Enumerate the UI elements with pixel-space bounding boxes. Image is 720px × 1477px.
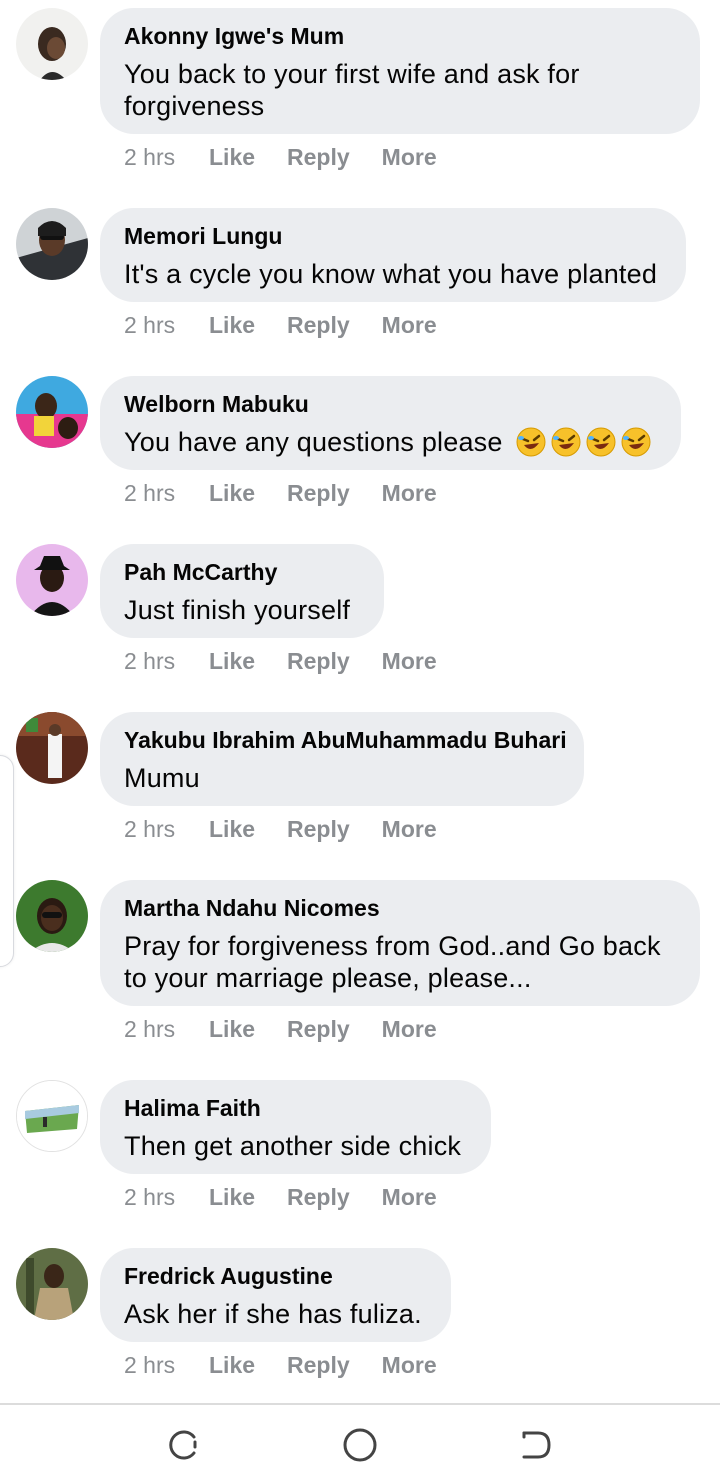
comments-page: Akonny Igwe's Mum You back to your first… bbox=[0, 0, 720, 1477]
comment-actions: 2 hrs Like Reply More bbox=[124, 310, 469, 340]
avatar[interactable] bbox=[16, 1248, 88, 1320]
home-icon bbox=[343, 1428, 377, 1462]
comment-bubble: Yakubu Ibrahim AbuMuhammadu Buhari Mumu bbox=[100, 712, 584, 806]
comment-author[interactable]: Fredrick Augustine bbox=[124, 1262, 427, 1290]
reply-button[interactable]: Reply bbox=[287, 1014, 350, 1044]
rolling-laughing-emoji-icon bbox=[621, 427, 651, 457]
avatar[interactable] bbox=[16, 712, 88, 784]
reply-button[interactable]: Reply bbox=[287, 1182, 350, 1212]
comment-author[interactable]: Memori Lungu bbox=[124, 222, 662, 250]
reply-button[interactable]: Reply bbox=[287, 478, 350, 508]
more-button[interactable]: More bbox=[382, 646, 437, 676]
comment-actions: 2 hrs Like Reply More bbox=[124, 1014, 469, 1044]
recent-apps-button[interactable] bbox=[164, 1425, 204, 1465]
comment-time[interactable]: 2 hrs bbox=[124, 478, 209, 508]
comment-bubble: Memori Lungu It's a cycle you know what … bbox=[100, 208, 686, 302]
comment-time[interactable]: 2 hrs bbox=[124, 646, 209, 676]
comment-text: It's a cycle you know what you have plan… bbox=[124, 259, 658, 289]
comment-text-body: You have any questions please bbox=[124, 427, 503, 457]
more-button[interactable]: More bbox=[382, 1350, 437, 1380]
comment-time[interactable]: 2 hrs bbox=[124, 310, 209, 340]
comment-time[interactable]: 2 hrs bbox=[124, 1014, 209, 1044]
comment-bubble: Pah McCarthy Just finish yourself bbox=[100, 544, 384, 638]
edge-panel-handle[interactable] bbox=[0, 755, 14, 967]
avatar[interactable] bbox=[16, 880, 88, 952]
rolling-laughing-emoji-icon bbox=[516, 427, 546, 457]
comment-actions: 2 hrs Like Reply More bbox=[124, 814, 469, 844]
comment-author[interactable]: Welborn Mabuku bbox=[124, 390, 657, 418]
more-button[interactable]: More bbox=[382, 142, 437, 172]
avatar[interactable] bbox=[16, 8, 88, 80]
back-button[interactable] bbox=[516, 1425, 556, 1465]
like-button[interactable]: Like bbox=[209, 646, 255, 676]
laughing-emoji-group bbox=[516, 427, 651, 457]
comment-bubble: Fredrick Augustine Ask her if she has fu… bbox=[100, 1248, 451, 1342]
comment-time[interactable]: 2 hrs bbox=[124, 142, 209, 172]
reply-button[interactable]: Reply bbox=[287, 814, 350, 844]
more-button[interactable]: More bbox=[382, 1182, 437, 1212]
comment-text: Mumu bbox=[124, 763, 200, 793]
comment-time[interactable]: 2 hrs bbox=[124, 1350, 209, 1380]
like-button[interactable]: Like bbox=[209, 1350, 255, 1380]
like-button[interactable]: Like bbox=[209, 814, 255, 844]
avatar[interactable] bbox=[16, 376, 88, 448]
comment-author[interactable]: Akonny Igwe's Mum bbox=[124, 22, 676, 50]
avatar[interactable] bbox=[16, 1080, 88, 1152]
reply-button[interactable]: Reply bbox=[287, 142, 350, 172]
comment-bubble: Halima Faith Then get another side chick bbox=[100, 1080, 491, 1174]
comment-text: Pray for forgiveness from God..and Go ba… bbox=[124, 931, 661, 993]
avatar[interactable] bbox=[16, 544, 88, 616]
comment-actions: 2 hrs Like Reply More bbox=[124, 646, 469, 676]
comment-text: You back to your first wife and ask for … bbox=[124, 59, 580, 121]
like-button[interactable]: Like bbox=[209, 478, 255, 508]
comment-author[interactable]: Martha Ndahu Nicomes bbox=[124, 894, 676, 922]
comment-time[interactable]: 2 hrs bbox=[124, 1182, 209, 1212]
like-button[interactable]: Like bbox=[209, 310, 255, 340]
comment-actions: 2 hrs Like Reply More bbox=[124, 142, 469, 172]
comment-bubble: Welborn Mabuku You have any questions pl… bbox=[100, 376, 681, 470]
rolling-laughing-emoji-icon bbox=[551, 427, 581, 457]
system-navigation-bar bbox=[0, 1403, 720, 1477]
comment-actions: 2 hrs Like Reply More bbox=[124, 1350, 469, 1380]
reply-button[interactable]: Reply bbox=[287, 646, 350, 676]
like-button[interactable]: Like bbox=[209, 142, 255, 172]
comment-bubble: Martha Ndahu Nicomes Pray for forgivenes… bbox=[100, 880, 700, 1006]
more-button[interactable]: More bbox=[382, 310, 437, 340]
comment-time[interactable]: 2 hrs bbox=[124, 814, 209, 844]
back-icon bbox=[522, 1431, 551, 1459]
comment-bubble: Akonny Igwe's Mum You back to your first… bbox=[100, 8, 700, 134]
like-button[interactable]: Like bbox=[209, 1014, 255, 1044]
reply-button[interactable]: Reply bbox=[287, 310, 350, 340]
more-button[interactable]: More bbox=[382, 1014, 437, 1044]
comment-actions: 2 hrs Like Reply More bbox=[124, 478, 469, 508]
home-button[interactable] bbox=[340, 1425, 380, 1465]
comment-actions: 2 hrs Like Reply More bbox=[124, 1182, 469, 1212]
more-button[interactable]: More bbox=[382, 814, 437, 844]
like-button[interactable]: Like bbox=[209, 1182, 255, 1212]
comment-author[interactable]: Yakubu Ibrahim AbuMuhammadu Buhari bbox=[124, 726, 567, 754]
rolling-laughing-emoji-icon bbox=[586, 427, 616, 457]
comment-author[interactable]: Halima Faith bbox=[124, 1094, 467, 1122]
recent-apps-icon bbox=[169, 1430, 197, 1460]
comment-author[interactable]: Pah McCarthy bbox=[124, 558, 360, 586]
reply-button[interactable]: Reply bbox=[287, 1350, 350, 1380]
comment-text: You have any questions please bbox=[124, 426, 657, 458]
comment-text: Just finish yourself bbox=[124, 595, 351, 625]
avatar[interactable] bbox=[16, 208, 88, 280]
comment-text: Then get another side chick bbox=[124, 1131, 462, 1161]
more-button[interactable]: More bbox=[382, 478, 437, 508]
comment-text: Ask her if she has fuliza. bbox=[124, 1299, 422, 1329]
